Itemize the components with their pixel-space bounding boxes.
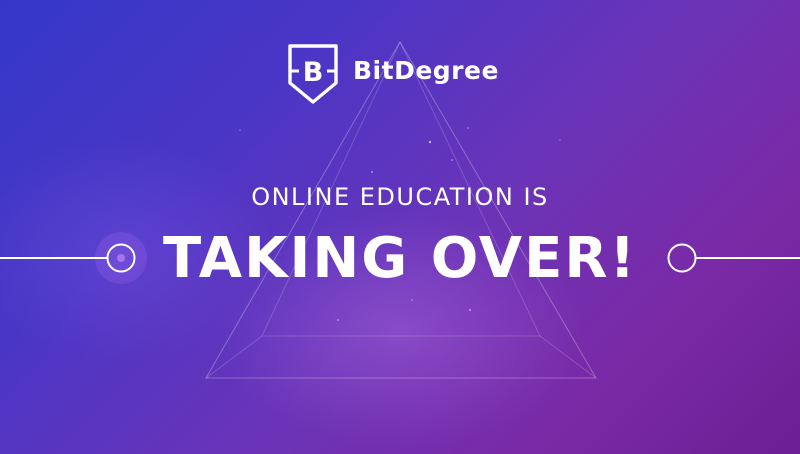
headline: TAKING OVER! bbox=[162, 226, 638, 291]
brand-logo: B BitDegree bbox=[287, 42, 499, 106]
banner: B BitDegree ONLINE EDUCATION IS TAKING O… bbox=[0, 0, 800, 454]
brand-name: BitDegree bbox=[353, 55, 499, 85]
sparkle-dots bbox=[239, 127, 561, 321]
svg-text:B: B bbox=[303, 57, 324, 88]
subheadline: ONLINE EDUCATION IS bbox=[251, 183, 549, 211]
bitdegree-shield-logo-icon: B bbox=[288, 44, 338, 104]
